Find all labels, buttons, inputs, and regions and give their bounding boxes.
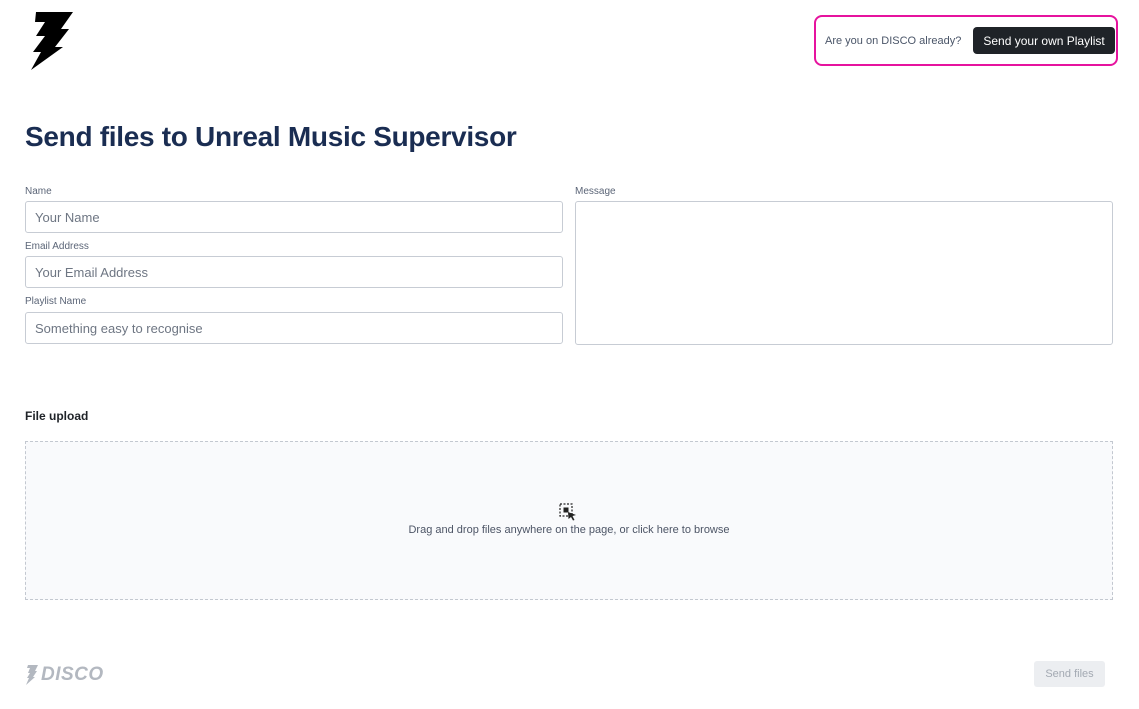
name-label: Name (25, 186, 52, 197)
playlist-name-label: Playlist Name (25, 296, 87, 307)
email-label: Email Address (25, 241, 89, 252)
disco-account-prompt: Are you on DISCO already? (825, 34, 962, 47)
message-textarea[interactable] (575, 201, 1113, 345)
email-input[interactable] (25, 256, 563, 288)
page-title: Send files to Unreal Music Supervisor (25, 121, 517, 152)
file-upload-heading: File upload (25, 409, 89, 423)
name-input[interactable] (25, 201, 563, 233)
message-label: Message (575, 186, 616, 197)
send-files-button[interactable]: Send files (1034, 661, 1105, 687)
disco-logo-icon[interactable] (25, 12, 73, 70)
playlist-name-input[interactable] (25, 312, 563, 344)
footer-disco-logo: DISCO (25, 664, 104, 686)
file-dropzone[interactable]: Drag and drop files anywhere on the page… (25, 441, 1113, 600)
footer-brand-text: DISCO (41, 664, 104, 685)
drop-target-icon (559, 503, 576, 521)
dropzone-instructions: Drag and drop files anywhere on the page… (408, 524, 730, 536)
send-own-playlist-button[interactable]: Send your own Playlist (973, 27, 1115, 54)
disco-account-callout: Are you on DISCO already? Send your own … (814, 15, 1118, 66)
disco-bolt-icon (26, 665, 38, 685)
